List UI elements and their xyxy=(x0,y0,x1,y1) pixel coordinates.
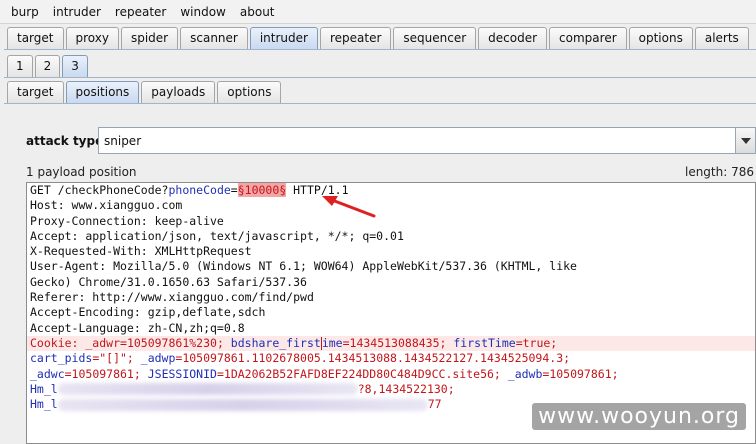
cookie-key: _adwc xyxy=(30,366,65,381)
tab-alerts[interactable]: alerts xyxy=(694,27,749,49)
attack-tabbar: 1 2 3 xyxy=(7,55,90,77)
param-name: phoneCode xyxy=(168,183,231,197)
main-tabbar: target proxy spider scanner intruder rep… xyxy=(7,27,751,49)
subtab-positions[interactable]: positions xyxy=(65,81,140,103)
tab-options[interactable]: options xyxy=(628,27,693,49)
cookie-value: =105097861%230; xyxy=(120,335,231,350)
header-user-agent-cont: Gecko) Chrome/31.0.1650.63 Safari/537.36 xyxy=(30,274,307,289)
cookie-value: =105097861; xyxy=(64,366,148,381)
request-length: length: 786 xyxy=(684,165,754,179)
cookie-line-1: Cookie: _adwr=105097861%230; bdshare_fir… xyxy=(27,335,755,352)
attack-type-select[interactable]: sniper xyxy=(98,127,756,154)
attack-tab-divider xyxy=(4,77,756,78)
param-equals: = xyxy=(230,183,238,197)
redacted-text xyxy=(57,398,428,411)
menu-window[interactable]: window xyxy=(173,0,233,24)
tab-sequencer[interactable]: sequencer xyxy=(393,27,477,49)
cookie-value: ?8,1434522130; xyxy=(357,381,455,396)
attack-type-label: attack type xyxy=(26,134,104,148)
attack-type-value: sniper xyxy=(104,133,142,148)
payload-marker[interactable]: §10000§ xyxy=(237,183,287,197)
cookie-key: firstTime xyxy=(453,335,516,350)
menu-about[interactable]: about xyxy=(233,0,282,24)
header-referer: Referer: http://www.xiangguo.com/find/pw… xyxy=(30,290,314,305)
tab-target[interactable]: target xyxy=(7,27,64,49)
tab-spider[interactable]: spider xyxy=(120,27,179,49)
header-host: Host: www.xiangguo.com xyxy=(30,198,183,213)
tab-scanner[interactable]: scanner xyxy=(180,27,248,49)
tab-comparer[interactable]: comparer xyxy=(549,27,627,49)
menu-intruder[interactable]: intruder xyxy=(46,0,108,24)
cookie-line-3: _adwc=105097861; JSESSIONID=1DA2062B52FA… xyxy=(27,367,755,382)
redacted-text xyxy=(57,383,358,396)
watermark: www.wooyun.org xyxy=(532,403,746,430)
cookie-key: bdshare_first xyxy=(230,335,321,350)
tab-decoder[interactable]: decoder xyxy=(478,27,548,49)
menu-repeater[interactable]: repeater xyxy=(108,0,173,24)
annotation-arrow-icon xyxy=(322,196,376,218)
subtab-options[interactable]: options xyxy=(217,81,282,103)
request-path: GET /checkPhoneCode? xyxy=(30,183,169,197)
payload-position-count: 1 payload position xyxy=(26,165,137,179)
subtab-target[interactable]: target xyxy=(7,81,64,103)
attack-tab-1[interactable]: 1 xyxy=(7,55,33,77)
cookie-line-4: Hm_l ?8,1434522130; xyxy=(27,382,755,397)
tab-repeater[interactable]: repeater xyxy=(319,27,392,49)
menu-burp[interactable]: burp xyxy=(4,0,46,24)
chevron-down-icon xyxy=(740,137,751,144)
cookie-key: Cookie: _adwr xyxy=(30,335,121,350)
cookie-key: Hm_l xyxy=(30,397,58,412)
cookie-line-2: cart_pids="[]"; _adwp=105097861.11026780… xyxy=(27,351,755,366)
cookie-key: _adwp xyxy=(140,351,176,366)
cookie-value: =true; xyxy=(515,335,558,350)
attack-tab-3[interactable]: 3 xyxy=(62,55,88,77)
cookie-value: ="[]"; xyxy=(92,351,141,366)
cookie-key: cart_pids xyxy=(30,351,93,366)
cookie-value: 77 xyxy=(427,397,442,412)
header-accept: Accept: application/json, text/javascrip… xyxy=(30,228,404,243)
cookie-value: =1434513088435; xyxy=(342,335,454,350)
main-tab-divider xyxy=(4,49,756,50)
tab-proxy[interactable]: proxy xyxy=(65,27,119,49)
dropdown-button[interactable] xyxy=(735,128,755,153)
cookie-key: _adwb xyxy=(507,366,543,381)
cookie-key: Hm_l xyxy=(30,381,58,396)
header-x-requested-with: X-Requested-With: XMLHttpRequest xyxy=(30,244,252,259)
request-line: GET /checkPhoneCode?phoneCode=§10000§ HT… xyxy=(27,183,755,198)
header-user-agent: User-Agent: Mozilla/5.0 (Windows NT 6.1;… xyxy=(30,259,577,274)
cookie-key: JSESSIONID xyxy=(147,366,217,381)
attack-tab-2[interactable]: 2 xyxy=(34,55,61,77)
sub-tabbar: target positions payloads options xyxy=(7,81,283,103)
sub-tab-divider xyxy=(4,103,756,104)
cookie-value: =1DA2062B52FAFD8EF224DD80C484D9CC.site56… xyxy=(216,366,508,381)
subtab-payloads[interactable]: payloads xyxy=(141,81,216,103)
menu-bar: burp intruder repeater window about xyxy=(0,0,756,24)
header-proxy-connection: Proxy-Connection: keep-alive xyxy=(30,213,224,228)
cookie-value: =105097861; xyxy=(542,366,619,381)
header-accept-encoding: Accept-Encoding: gzip,deflate,sdch xyxy=(30,305,266,320)
header-accept-language: Accept-Language: zh-CN,zh;q=0.8 xyxy=(30,320,245,335)
cookie-key: ime xyxy=(321,335,343,350)
cookie-value: =105097861.1102678005.1434513088.1434522… xyxy=(175,351,571,366)
tab-intruder[interactable]: intruder xyxy=(249,27,318,49)
